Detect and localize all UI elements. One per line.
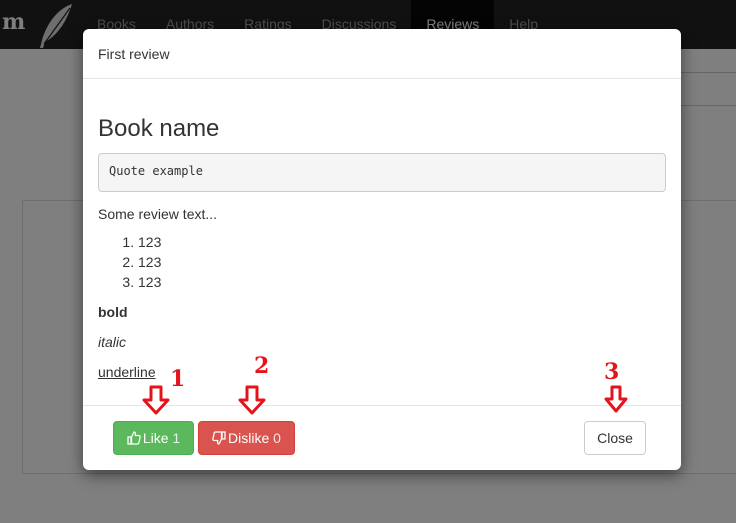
review-modal: First review Book name Quote example Som… <box>83 29 681 470</box>
like-label: Like <box>142 430 169 446</box>
modal-title: First review <box>98 45 170 62</box>
arrow-down-icon <box>604 385 628 413</box>
close-button[interactable]: Close <box>584 421 646 455</box>
review-text: Some review text... <box>98 206 218 222</box>
italic-text: italic <box>98 334 127 350</box>
modal-body: Book name Quote example Some review text… <box>83 79 681 382</box>
book-name: Book name <box>98 115 220 142</box>
dislike-button[interactable]: Dislike 0 <box>198 421 295 455</box>
dislike-count: 0 <box>273 430 281 446</box>
annotation-number-2: 2 <box>254 353 270 379</box>
like-button[interactable]: Like 1 <box>113 421 194 455</box>
thumbs-down-icon <box>212 431 226 445</box>
quote-block: Quote example <box>98 153 666 192</box>
list-item: 123 <box>138 232 666 252</box>
annotation-number-1: 1 <box>170 366 186 392</box>
modal-footer: Like 1 Dislike 0 Close <box>83 405 681 470</box>
dislike-label: Dislike <box>228 430 270 446</box>
modal-header: First review <box>83 29 681 79</box>
review-list: 123 123 123 <box>98 232 666 292</box>
arrow-down-icon <box>238 385 266 415</box>
arrow-down-icon <box>142 385 170 415</box>
annotation-number-3: 3 <box>604 359 620 385</box>
thumbs-up-icon <box>127 431 141 445</box>
like-count: 1 <box>172 430 181 446</box>
list-item: 123 <box>138 272 666 292</box>
bold-text: bold <box>98 304 128 320</box>
list-item: 123 <box>138 252 666 272</box>
